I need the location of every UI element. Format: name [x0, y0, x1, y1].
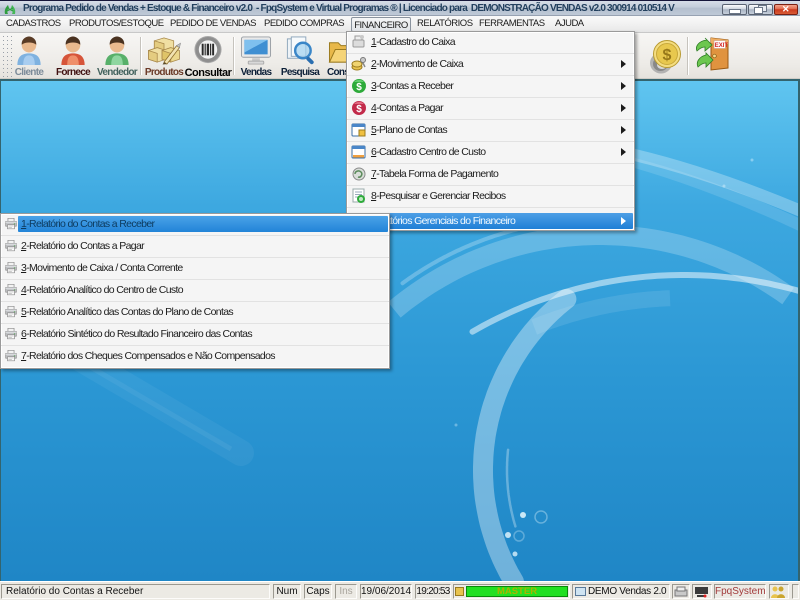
svg-text:$: $: [356, 82, 362, 93]
svg-text:$: $: [663, 47, 672, 64]
svg-text:$: $: [356, 104, 362, 115]
svg-text:EXIT: EXIT: [715, 43, 729, 49]
